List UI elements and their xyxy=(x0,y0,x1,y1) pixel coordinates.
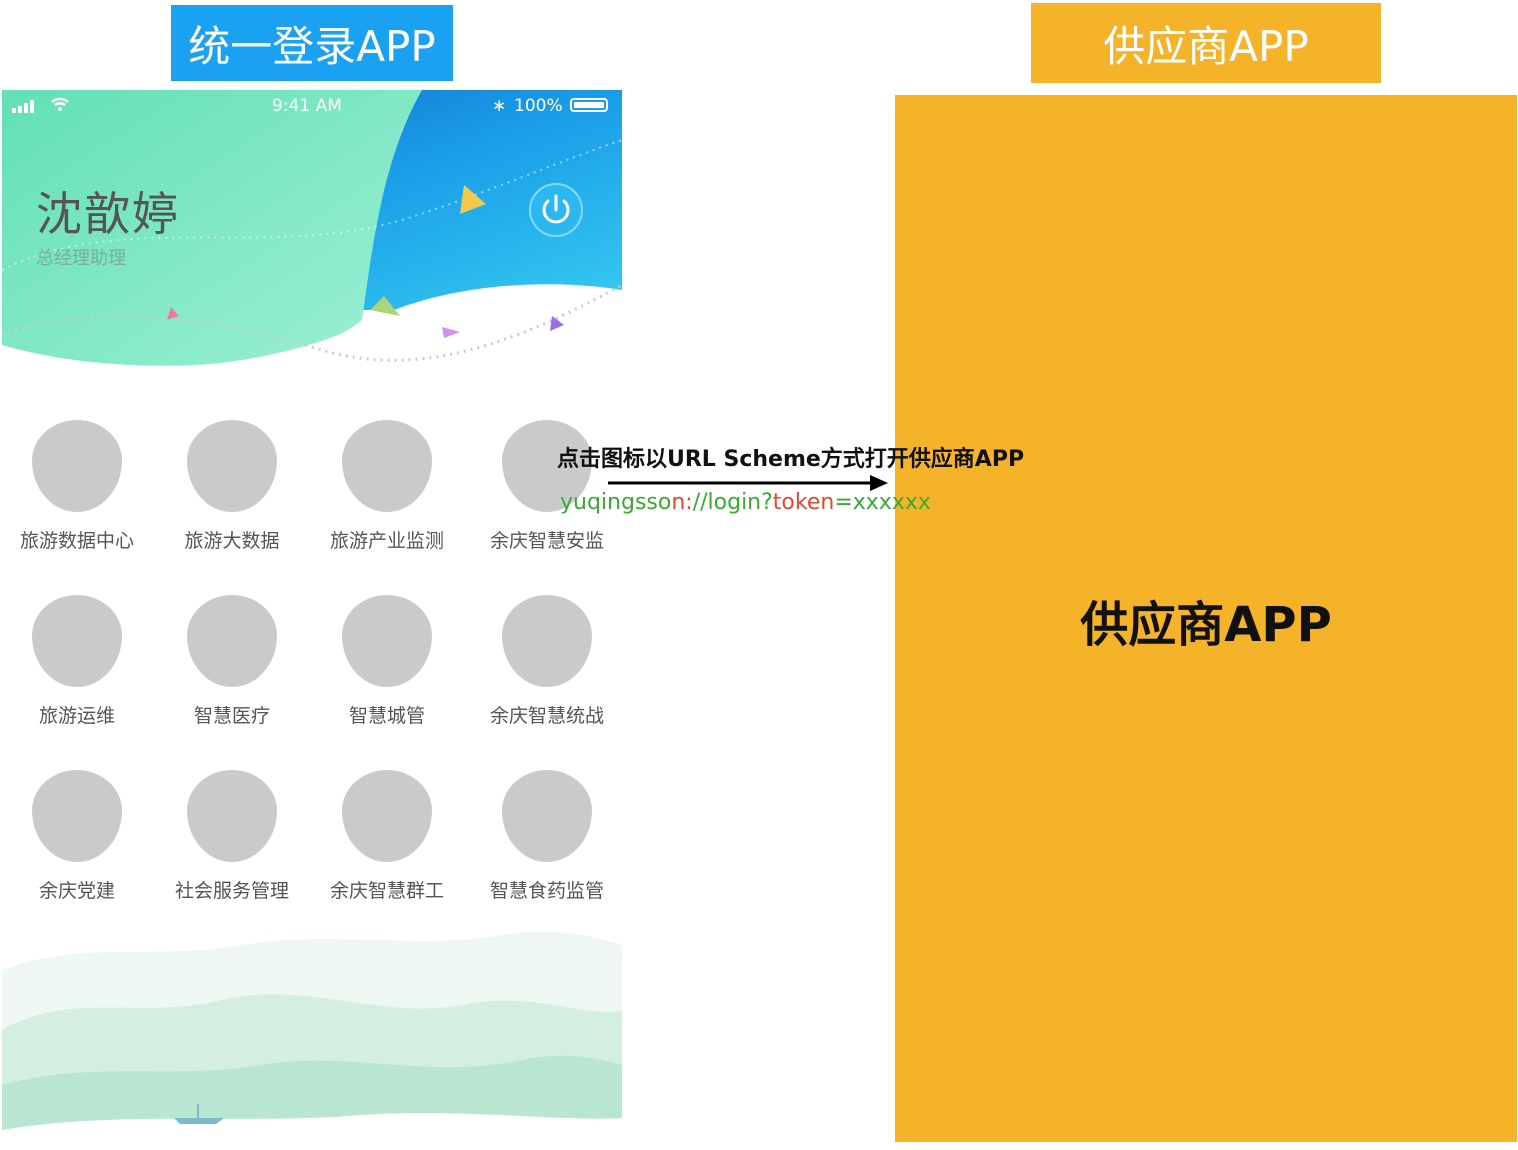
app-tile[interactable]: 智慧医疗 xyxy=(157,595,307,728)
app-label: 智慧医疗 xyxy=(193,705,270,727)
app-label: 余庆党建 xyxy=(38,880,115,902)
mountain-scenery xyxy=(2,931,622,1150)
app-placeholder-icon[interactable] xyxy=(502,595,592,687)
app-label: 余庆智慧安监 xyxy=(489,530,604,552)
app-placeholder-icon[interactable] xyxy=(342,770,432,862)
app-tile[interactable]: 余庆智慧群工 xyxy=(312,770,462,903)
app-placeholder-icon[interactable] xyxy=(342,420,432,512)
app-tile[interactable]: 旅游运维 xyxy=(2,595,152,728)
app-label: 旅游大数据 xyxy=(184,530,280,552)
app-tile[interactable]: 旅游数据中心 xyxy=(2,420,152,553)
app-tile[interactable]: 旅游产业监测 xyxy=(312,420,462,553)
app-tile[interactable]: 余庆党建 xyxy=(2,770,152,903)
app-label: 旅游数据中心 xyxy=(19,530,134,552)
app-placeholder-icon[interactable] xyxy=(187,770,277,862)
url-path: //login? xyxy=(692,490,773,515)
app-label: 余庆智慧群工 xyxy=(329,880,444,902)
supplier-app-label: 供应商APP xyxy=(1080,597,1332,653)
app-placeholder-icon[interactable] xyxy=(32,770,122,862)
app-tile[interactable]: 社会服务管理 xyxy=(157,770,307,903)
app-placeholder-icon[interactable] xyxy=(502,770,592,862)
power-icon[interactable] xyxy=(528,182,584,238)
user-name: 沈歆婷 xyxy=(36,187,180,241)
app-label: 旅游产业监测 xyxy=(329,530,444,552)
unified-login-phone-screen: 9:41 AM ∗ 100% 沈歆婷 总经理助理 旅游数据中心 旅游大数据 旅游产业… xyxy=(2,90,622,1150)
url-scheme-colon: n: xyxy=(671,490,693,515)
app-label: 智慧食药监管 xyxy=(489,880,604,902)
url-scheme-name: yuqingsso xyxy=(560,490,672,515)
app-tile[interactable]: 旅游大数据 xyxy=(157,420,307,553)
url-scheme-annotation: 点击图标以URL Scheme方式打开供应商APP xyxy=(557,447,1025,472)
unified-login-app-title: 统一登录APP xyxy=(171,5,453,81)
app-placeholder-icon[interactable] xyxy=(32,420,122,512)
signal-icon xyxy=(12,100,34,113)
status-battery-percent: 100% xyxy=(514,96,563,116)
app-tile[interactable]: 余庆智慧统战 xyxy=(472,595,622,728)
app-placeholder-icon[interactable] xyxy=(187,420,277,512)
app-label: 社会服务管理 xyxy=(174,880,289,902)
app-placeholder-icon[interactable] xyxy=(32,595,122,687)
app-label: 旅游运维 xyxy=(38,705,115,727)
url-token-value: =xxxxxx xyxy=(834,490,931,515)
supplier-app-screen: 供应商APP xyxy=(895,95,1517,1142)
bluetooth-icon: ∗ xyxy=(492,96,507,116)
user-role: 总经理助理 xyxy=(36,248,126,269)
supplier-app-title: 供应商APP xyxy=(1031,3,1381,83)
app-tile[interactable]: 智慧食药监管 xyxy=(472,770,622,903)
app-placeholder-icon[interactable] xyxy=(187,595,277,687)
app-label: 余庆智慧统战 xyxy=(489,705,604,727)
status-time: 9:41 AM xyxy=(272,96,342,116)
app-placeholder-icon[interactable] xyxy=(342,595,432,687)
wifi-icon xyxy=(51,97,69,111)
url-scheme-example: yuqingsson://login?token=xxxxxx xyxy=(560,490,931,515)
url-token-key: token xyxy=(772,490,835,515)
app-label: 智慧城管 xyxy=(348,705,425,727)
app-tile[interactable]: 智慧城管 xyxy=(312,595,462,728)
battery-icon xyxy=(570,98,608,112)
